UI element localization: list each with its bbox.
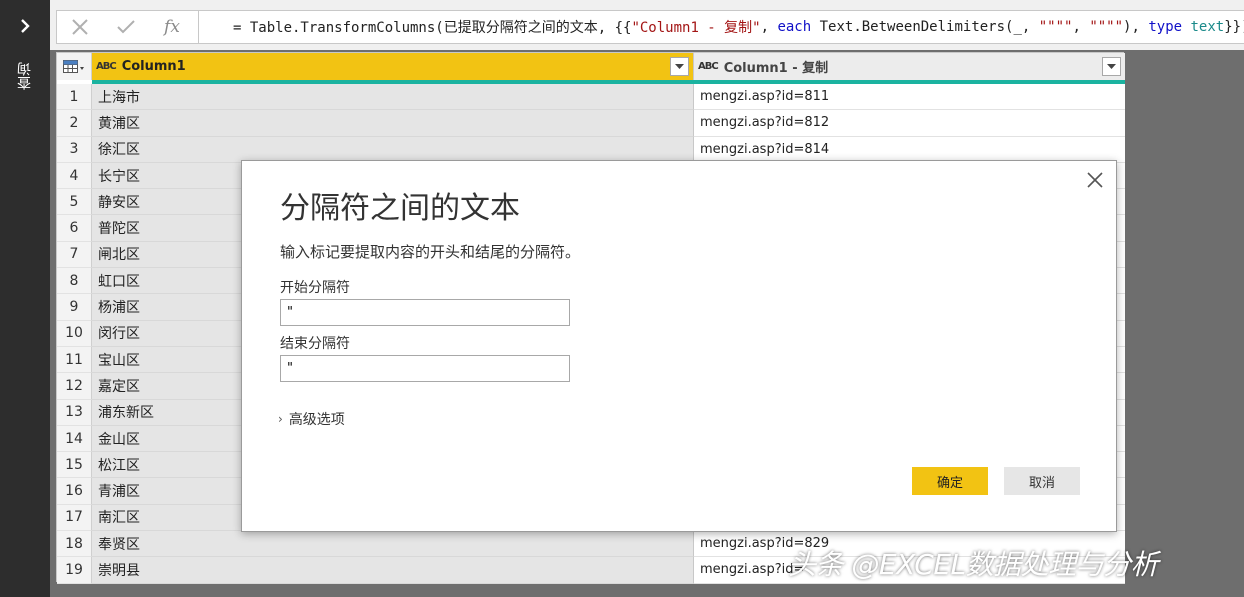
formula-token: each bbox=[777, 19, 812, 35]
column-header-column1-copy[interactable]: ABC Column1 - 复制 bbox=[694, 53, 1125, 80]
column-header-column1[interactable]: ABC Column1 bbox=[92, 53, 694, 80]
watermark: 头条 @EXCEL数据处理与分析 bbox=[788, 548, 1159, 581]
row-number[interactable]: 18 bbox=[57, 531, 92, 558]
row-number[interactable]: 8 bbox=[57, 268, 92, 295]
row-number[interactable]: 11 bbox=[57, 346, 92, 374]
advanced-options-label: 高级选项 bbox=[288, 412, 345, 428]
cell-column1-copy[interactable]: mengzi.asp?id=811 bbox=[694, 84, 1125, 111]
table-row[interactable]: 2 黄浦区 mengzi.asp?id=812 bbox=[57, 110, 1125, 137]
row-number[interactable]: 2 bbox=[57, 110, 92, 137]
confirm-formula-button[interactable] bbox=[103, 11, 149, 43]
formula-token: text bbox=[1190, 19, 1225, 35]
table-icon bbox=[63, 59, 84, 73]
row-number[interactable]: 10 bbox=[57, 320, 92, 347]
row-number[interactable]: 4 bbox=[57, 162, 92, 190]
row-number[interactable]: 12 bbox=[57, 373, 92, 400]
text-type-icon[interactable]: ABC bbox=[96, 61, 117, 72]
dialog-description: 输入标记要提取内容的开头和结尾的分隔符。 bbox=[280, 243, 581, 261]
formula-token: """" bbox=[1038, 19, 1073, 35]
check-icon bbox=[117, 20, 135, 34]
expand-queries-button[interactable] bbox=[0, 6, 50, 46]
row-number[interactable]: 13 bbox=[57, 399, 92, 426]
caret-down-icon bbox=[1107, 63, 1116, 69]
formula-token: type bbox=[1148, 19, 1183, 35]
row-number[interactable]: 3 bbox=[57, 136, 92, 163]
caret-down-icon bbox=[675, 63, 684, 69]
cell-column1-copy[interactable]: mengzi.asp?id=814 bbox=[694, 136, 1125, 163]
formula-token bbox=[1182, 19, 1190, 35]
queries-pane: 查询 bbox=[0, 0, 50, 597]
formula-bar: fx = Table.TransformColumns(已提取分隔符之间的文本,… bbox=[50, 0, 1244, 50]
table-row[interactable]: 3 徐汇区 mengzi.asp?id=814 bbox=[57, 136, 1125, 163]
formula-token: , bbox=[760, 19, 778, 35]
row-number[interactable]: 17 bbox=[57, 504, 92, 532]
row-number[interactable]: 9 bbox=[57, 294, 92, 321]
cancel-button[interactable]: 取消 bbox=[1004, 467, 1080, 495]
row-number[interactable]: 6 bbox=[57, 215, 92, 242]
cell-column1[interactable]: 奉贤区 bbox=[92, 531, 694, 558]
chevron-right-icon: › bbox=[278, 412, 283, 426]
table-menu-button[interactable] bbox=[57, 53, 92, 80]
row-number[interactable]: 1 bbox=[57, 84, 92, 111]
between-delimiters-dialog: 分隔符之间的文本 输入标记要提取内容的开头和结尾的分隔符。 开始分隔符 结束分隔… bbox=[241, 160, 1117, 532]
start-delimiter-label: 开始分隔符 bbox=[280, 280, 350, 296]
formula-token: }}) bbox=[1224, 19, 1244, 35]
advanced-options-toggle[interactable]: › 高级选项 bbox=[278, 409, 345, 429]
chevron-right-icon bbox=[21, 19, 30, 33]
formula-input[interactable]: = Table.TransformColumns(已提取分隔符之间的文本, {{… bbox=[198, 10, 1244, 44]
formula-token: = Table.TransformColumns(已提取分隔符之间的文本, {{ bbox=[233, 20, 632, 36]
column-header-label: Column1 - 复制 bbox=[723, 61, 829, 76]
column-filter-button[interactable] bbox=[670, 57, 689, 76]
grid-header: ABC Column1 ABC Column1 - 复制 bbox=[57, 53, 1125, 80]
row-number[interactable]: 5 bbox=[57, 189, 92, 216]
formula-token: ), bbox=[1123, 19, 1149, 35]
queries-label[interactable]: 查询 bbox=[14, 62, 36, 90]
column-filter-button[interactable] bbox=[1102, 57, 1121, 76]
cell-column1[interactable]: 徐汇区 bbox=[92, 136, 694, 163]
cell-column1[interactable]: 黄浦区 bbox=[92, 110, 694, 137]
formula-token: Text.BetweenDelimiters(_, bbox=[811, 19, 1039, 35]
row-number[interactable]: 15 bbox=[57, 452, 92, 479]
formula-token: "Column1 - 复制" bbox=[631, 20, 761, 36]
row-number[interactable]: 14 bbox=[57, 425, 92, 453]
row-number[interactable]: 16 bbox=[57, 478, 92, 505]
column-header-label: Column1 bbox=[121, 59, 186, 74]
fx-icon: fx bbox=[164, 17, 180, 37]
cell-column1[interactable]: 上海市 bbox=[92, 84, 694, 111]
cell-column1-copy[interactable]: mengzi.asp?id=812 bbox=[694, 110, 1125, 137]
dialog-title: 分隔符之间的文本 bbox=[280, 191, 520, 226]
text-type-icon[interactable]: ABC bbox=[698, 61, 719, 72]
row-number[interactable]: 7 bbox=[57, 241, 92, 269]
cell-column1[interactable]: 崇明县 bbox=[92, 557, 694, 584]
table-row[interactable]: 1 上海市 mengzi.asp?id=811 bbox=[57, 84, 1125, 111]
start-delimiter-input[interactable] bbox=[280, 299, 570, 326]
insert-function-button[interactable]: fx bbox=[149, 11, 195, 43]
ok-button[interactable]: 确定 bbox=[912, 467, 988, 495]
end-delimiter-input[interactable] bbox=[280, 355, 570, 382]
close-icon bbox=[72, 19, 88, 35]
close-icon bbox=[1087, 172, 1103, 188]
dialog-close-button[interactable] bbox=[1086, 171, 1104, 189]
row-number[interactable]: 19 bbox=[57, 557, 92, 584]
formula-token: """" bbox=[1089, 19, 1124, 35]
cancel-formula-button[interactable] bbox=[57, 11, 103, 43]
end-delimiter-label: 结束分隔符 bbox=[280, 336, 350, 352]
formula-token: , bbox=[1072, 19, 1090, 35]
